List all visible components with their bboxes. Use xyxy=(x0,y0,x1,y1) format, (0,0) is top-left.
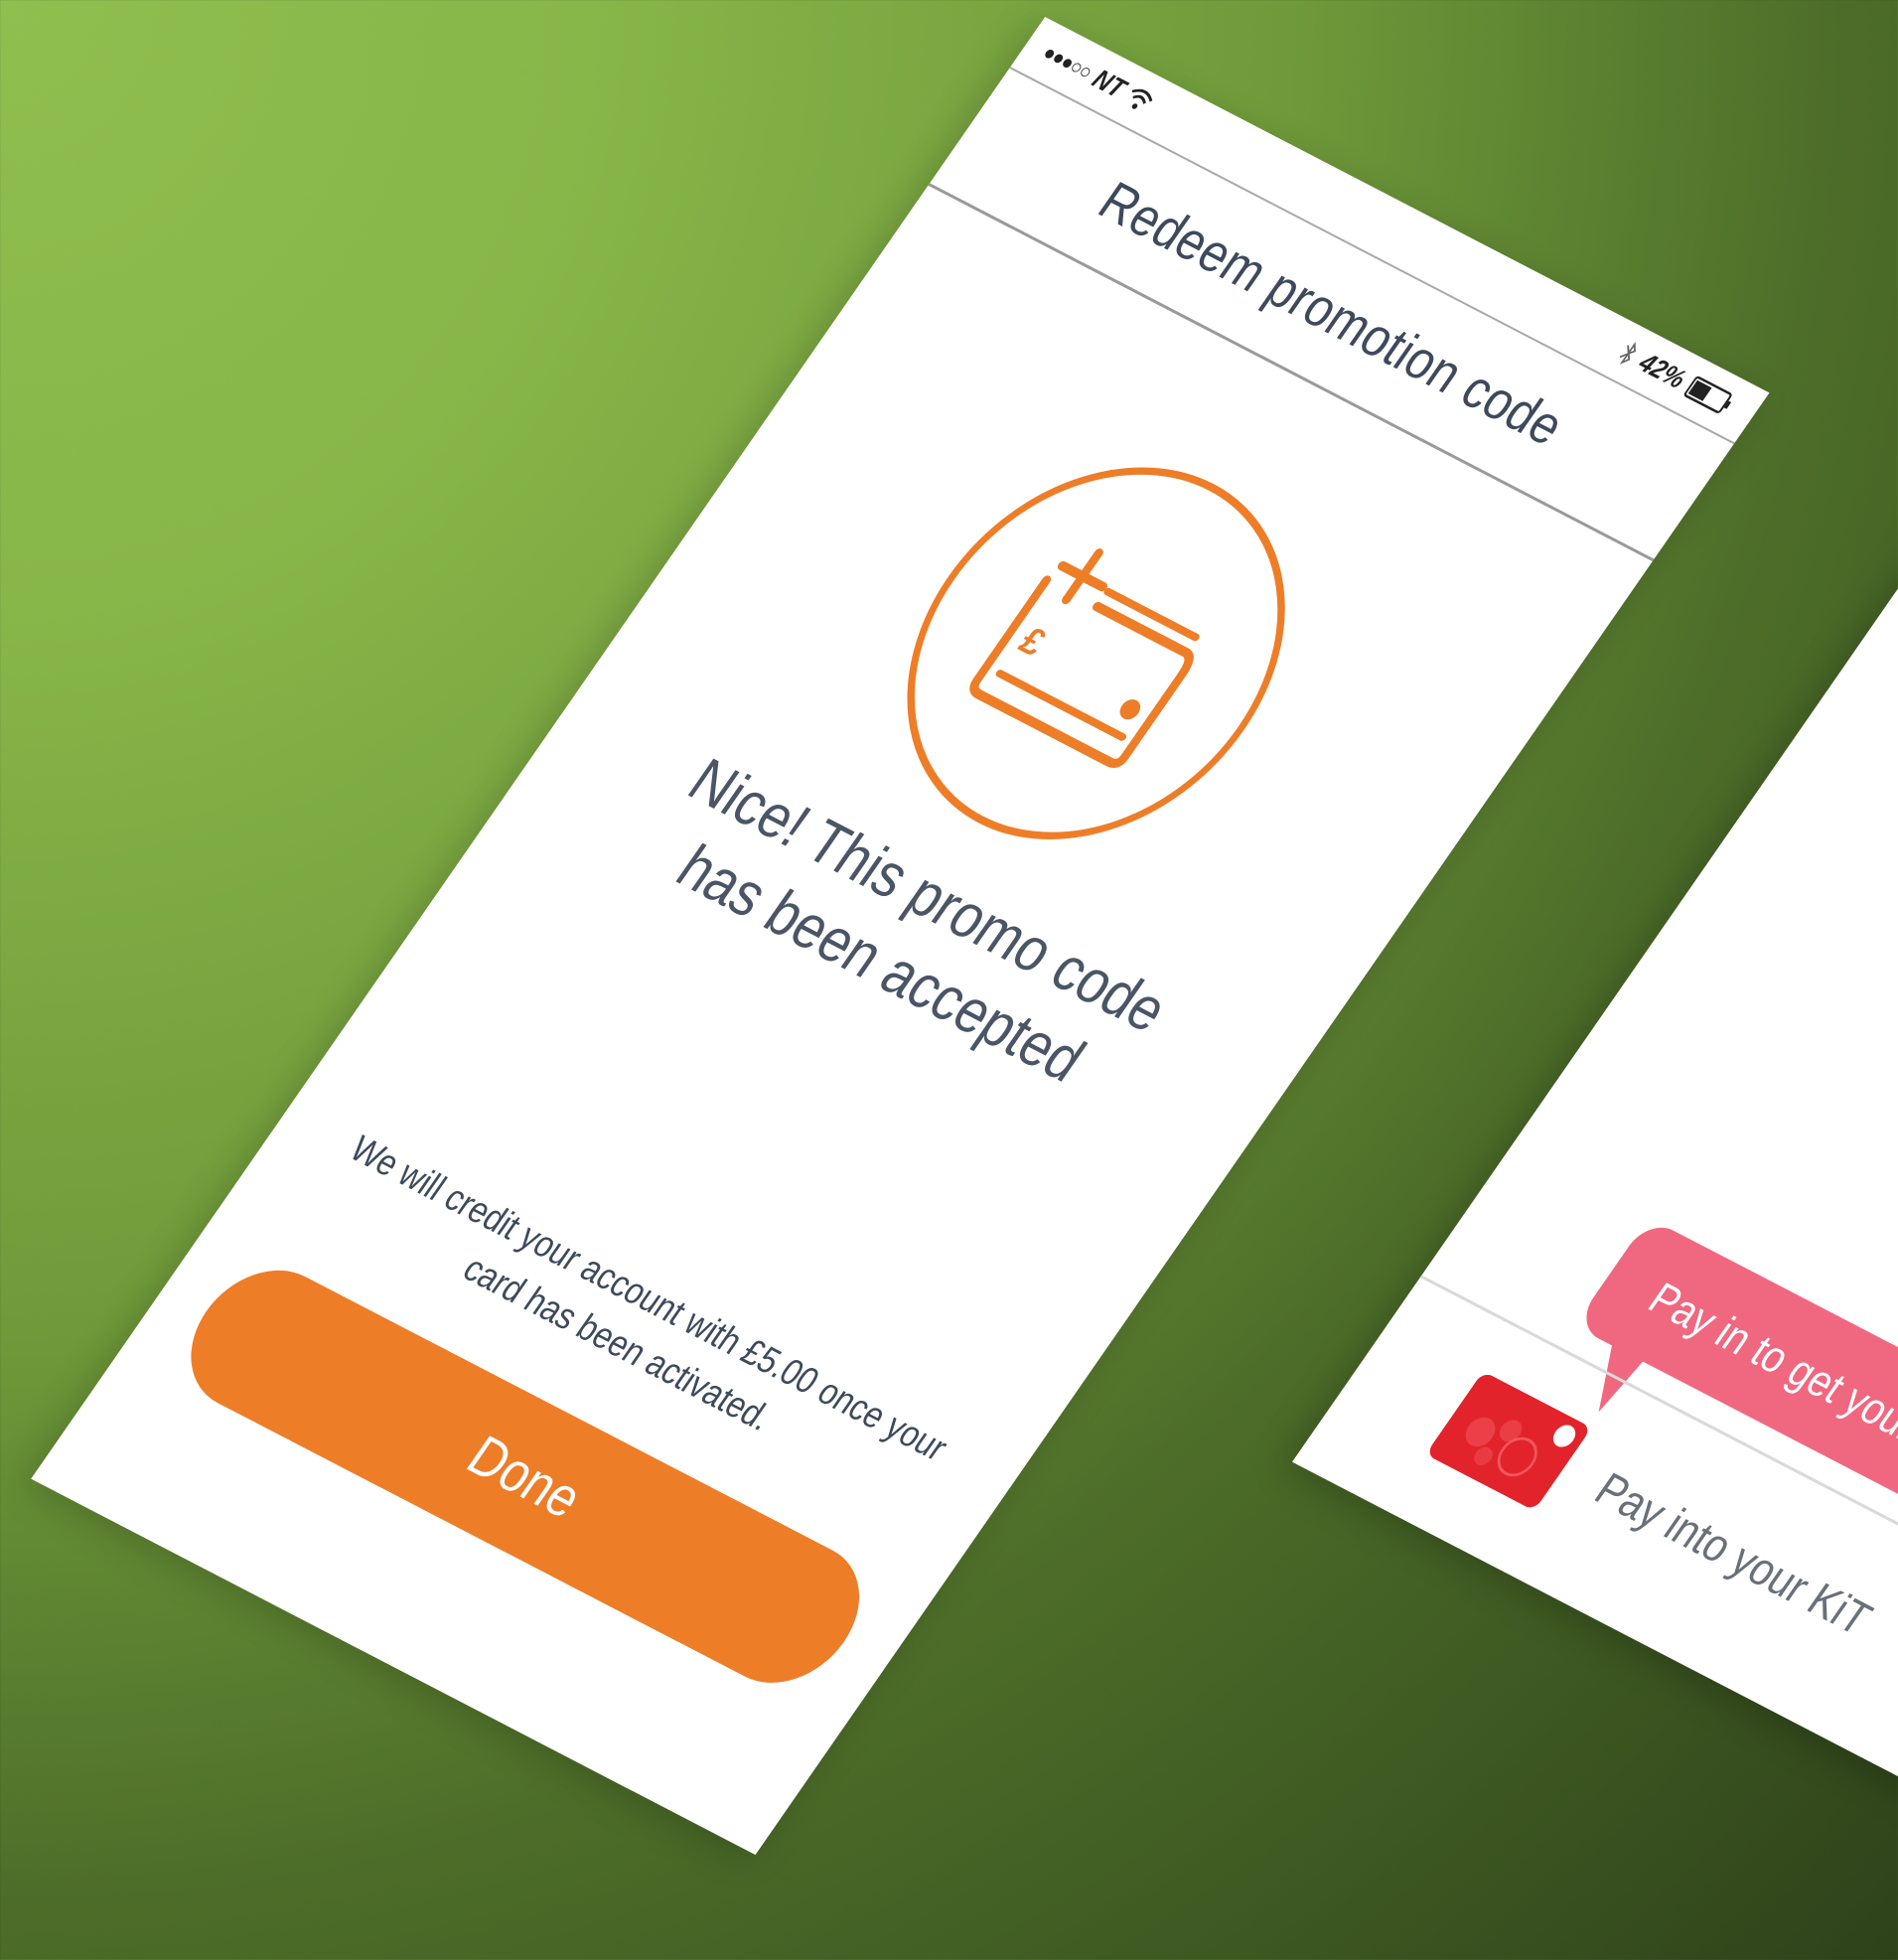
pound-card-plus-icon: £ xyxy=(907,467,1285,839)
signal-strength-icon: ●●●○○ xyxy=(1038,40,1097,84)
tooltip-tail xyxy=(1572,1340,1647,1417)
kit-card-icon xyxy=(1425,1371,1592,1511)
battery-percent: 42% xyxy=(1633,347,1692,394)
pay-in-tooltip-text: Pay in to get your f xyxy=(1639,1273,1898,1460)
battery-icon xyxy=(1683,376,1732,413)
main-screen: ●●●○○ NT 42% Redeem promotion code £ Nic… xyxy=(31,17,1770,1856)
wifi-icon xyxy=(1131,88,1153,109)
